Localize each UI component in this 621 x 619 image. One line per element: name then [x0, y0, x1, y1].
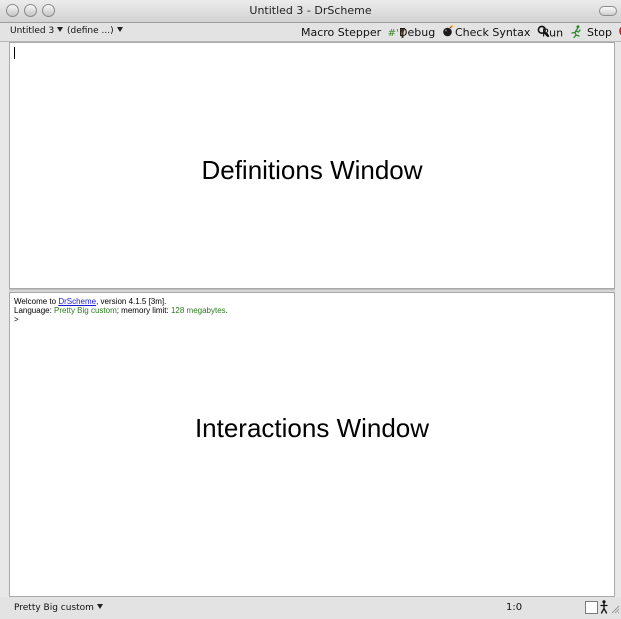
language-line: Language: Pretty Big custom; memory limi…: [14, 306, 228, 315]
window-title: Untitled 3 - DrScheme: [249, 4, 372, 17]
language-popup-label: Pretty Big custom: [14, 603, 94, 613]
debug-label: Debug: [399, 26, 436, 39]
repl-prompt: >: [14, 315, 19, 324]
interactions-window[interactable]: Welcome to DrScheme, version 4.1.5 [3m].…: [9, 292, 615, 597]
memory-prefix: ; memory limit:: [116, 306, 171, 315]
run-button[interactable]: Run: [542, 25, 582, 40]
file-name-label: Untitled 3: [10, 26, 55, 36]
stop-label: Stop: [587, 26, 613, 39]
language-popup[interactable]: Pretty Big custom: [14, 603, 103, 613]
macro-stepper-icon-text: #': [387, 28, 399, 39]
title-bar[interactable]: Untitled 3 - DrScheme: [0, 0, 621, 23]
check-syntax-button[interactable]: Check Syntax: [455, 25, 549, 40]
chevron-down-icon: [57, 27, 64, 32]
language-prefix: Language:: [14, 306, 55, 315]
status-checkbox[interactable]: [585, 601, 598, 614]
welcome-prefix: Welcome to: [14, 297, 59, 306]
define-popup-label: (define ...): [67, 26, 114, 36]
run-label: Run: [542, 26, 564, 40]
walking-man-icon: [599, 599, 609, 618]
cursor-position: 1:0: [506, 602, 523, 613]
status-bar: Pretty Big custom 1:0: [0, 597, 621, 619]
macro-stepper-label: Macro Stepper: [301, 26, 382, 39]
toolbar-toggle-button[interactable]: [599, 6, 617, 16]
definitions-window[interactable]: Definitions Window: [9, 42, 615, 289]
macro-stepper-button[interactable]: Macro Stepper #': [301, 25, 406, 40]
memory-limit-value: 128 megabytes: [170, 306, 226, 315]
chevron-down-icon: [96, 604, 103, 609]
drscheme-window: Untitled 3 - DrScheme Untitled 3 (define…: [0, 0, 621, 619]
memory-suffix: .: [225, 306, 228, 315]
welcome-suffix: , version 4.1.5 [3m].: [96, 297, 167, 306]
stop-button[interactable]: Stop: [587, 25, 621, 40]
welcome-line: Welcome to DrScheme, version 4.1.5 [3m].: [14, 297, 166, 306]
file-name-popup[interactable]: Untitled 3: [10, 26, 64, 36]
bomb-icon: [442, 25, 454, 41]
chevron-down-icon: [116, 27, 123, 32]
language-name: Pretty Big custom: [54, 306, 117, 315]
toolbar: Untitled 3 (define ...) Macro Stepper #'…: [0, 23, 621, 42]
text-cursor: [14, 47, 15, 59]
debug-button[interactable]: Debug: [399, 25, 454, 40]
running-man-icon: [570, 25, 582, 42]
drscheme-link[interactable]: DrScheme: [58, 297, 96, 306]
interactions-window-label: Interactions Window: [194, 413, 430, 443]
check-syntax-label: Check Syntax: [455, 26, 531, 39]
resize-grip-icon[interactable]: [610, 599, 620, 618]
define-popup[interactable]: (define ...): [67, 26, 123, 36]
definitions-window-label: Definitions Window: [201, 155, 423, 185]
